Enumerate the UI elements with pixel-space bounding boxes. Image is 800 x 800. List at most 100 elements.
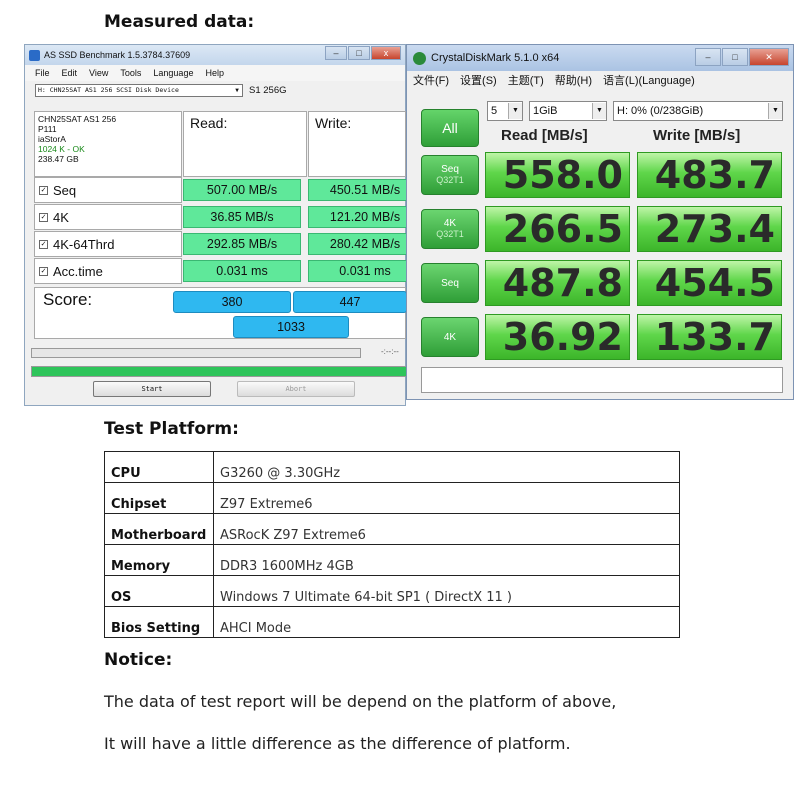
platform-value: ASRocK Z97 Extreme6 <box>213 513 680 545</box>
as-ssd-window: AS SSD Benchmark 1.5.3784.37609 – □ x Fi… <box>24 44 427 406</box>
platform-key: Bios Setting <box>104 606 214 638</box>
score-total: 1033 <box>233 316 349 338</box>
maximize-icon[interactable]: □ <box>348 46 370 60</box>
close-icon[interactable]: x <box>371 46 401 60</box>
table-row: Memory DDR3 1600MHz 4GB <box>104 544 680 576</box>
cdm-menu-language[interactable]: 语言(L)(Language) <box>603 72 695 88</box>
size-select[interactable]: 1GiB ▼ <box>529 101 607 121</box>
as-ssd-menubar: File Edit View Tools Language Help <box>25 65 405 81</box>
seq-label: Seq <box>53 182 77 198</box>
4k-write: 133.7 <box>637 314 782 360</box>
as-ssd-titlebar: AS SSD Benchmark 1.5.3784.37609 – □ x <box>25 45 405 65</box>
score-write: 447 <box>293 291 407 313</box>
cdm-menubar: 文件(F) 设置(S) 主题(T) 帮助(H) 语言(L)(Language) <box>407 71 793 89</box>
cdm-menu-settings[interactable]: 设置(S) <box>460 72 497 88</box>
size-value: 1GiB <box>533 105 558 117</box>
device-select-value: H: CHN25SAT AS1 256 SCSI Disk Device <box>38 86 179 94</box>
drive-chevron-down-icon: ▼ <box>768 103 782 119</box>
4k-button[interactable]: 4K <box>421 317 479 357</box>
drive-size: 238.47 GB <box>38 154 79 164</box>
seq-read: 487.8 <box>485 260 630 306</box>
acctime-label: Acc.time <box>53 263 103 279</box>
drive-firmware: P111 <box>38 124 57 134</box>
elapsed-time-readout: -:--:-- <box>381 347 399 356</box>
score-label: Score: <box>43 290 93 309</box>
chevron-down-icon: ▼ <box>235 86 239 94</box>
notice-line-1: The data of test report will be depend o… <box>104 692 617 711</box>
table-row: Chipset Z97 Extreme6 <box>104 482 680 514</box>
cdm-menu-help[interactable]: 帮助(H) <box>555 72 592 88</box>
acctime-checkbox[interactable]: ✓ <box>39 266 48 276</box>
4k-read-value: 36.85 MB/s <box>183 206 301 228</box>
menu-file[interactable]: File <box>35 68 50 78</box>
seq-checkbox[interactable]: ✓ <box>39 185 48 195</box>
platform-key: OS <box>104 575 214 607</box>
drive-select[interactable]: H: 0% (0/238GiB) ▼ <box>613 101 783 121</box>
score-panel: Score: 380 447 1033 <box>34 287 407 339</box>
acctime-write-value: 0.031 ms <box>308 260 422 282</box>
cdm-app-icon <box>413 51 426 65</box>
menu-view[interactable]: View <box>89 68 108 78</box>
menu-language[interactable]: Language <box>153 68 193 78</box>
seq-read-value: 507.00 MB/s <box>183 179 301 201</box>
test-row-seq: ✓ Seq <box>34 177 182 203</box>
4k64thrd-checkbox[interactable]: ✓ <box>39 239 48 249</box>
4k-checkbox[interactable]: ✓ <box>39 212 48 222</box>
seq-q32t1-write: 483.7 <box>637 152 782 198</box>
platform-value: Z97 Extreme6 <box>213 482 680 514</box>
all-button[interactable]: All <box>421 109 479 147</box>
count-select[interactable]: 5 ▼ <box>487 101 523 121</box>
4k-q32t1-label: 4K <box>443 218 457 229</box>
platform-key: Memory <box>104 544 214 576</box>
seq-q32t1-button[interactable]: Seq Q32T1 <box>421 155 479 195</box>
platform-value: AHCI Mode <box>213 606 680 638</box>
seq-q32t1-read: 558.0 <box>485 152 630 198</box>
abort-button[interactable]: Abort <box>237 381 355 397</box>
test-row-acctime: ✓ Acc.time <box>34 258 182 284</box>
4k-row-label: 4K <box>443 331 457 343</box>
start-button[interactable]: Start <box>93 381 211 397</box>
test-row-4k: ✓ 4K <box>34 204 182 230</box>
as-ssd-title: AS SSD Benchmark 1.5.3784.37609 <box>44 50 191 60</box>
read-column-header: Read: <box>183 111 307 177</box>
cdm-titlebar: CrystalDiskMark 5.1.0 x64 – □ ✕ <box>407 45 793 71</box>
menu-edit[interactable]: Edit <box>62 68 78 78</box>
seq-q32t1-label: Seq <box>441 164 459 175</box>
menu-help[interactable]: Help <box>205 68 224 78</box>
cdm-menu-theme[interactable]: 主题(T) <box>508 72 544 88</box>
4k-q32t1-read: 266.5 <box>485 206 630 252</box>
drive-info-panel: CHN25SAT AS1 256 P111 iaStorA 1024 K - O… <box>34 111 182 177</box>
seq-row-label: Seq <box>441 277 459 289</box>
platform-key: Motherboard <box>104 513 214 545</box>
table-row: Motherboard ASRocK Z97 Extreme6 <box>104 513 680 545</box>
cdm-close-icon[interactable]: ✕ <box>749 48 789 66</box>
table-row: OS Windows 7 Ultimate 64-bit SP1 ( Direc… <box>104 575 680 607</box>
platform-value: G3260 @ 3.30GHz <box>213 451 680 483</box>
4k64thrd-read-value: 292.85 MB/s <box>183 233 301 255</box>
count-value: 5 <box>491 105 498 117</box>
size-chevron-down-icon: ▼ <box>592 103 606 119</box>
minimize-icon[interactable]: – <box>325 46 347 60</box>
device-select[interactable]: H: CHN25SAT AS1 256 SCSI Disk Device ▼ <box>35 83 243 97</box>
seq-button[interactable]: Seq <box>421 263 479 303</box>
crystaldiskmark-window: CrystalDiskMark 5.1.0 x64 – □ ✕ 文件(F) 设置… <box>406 44 794 400</box>
notice-line-2: It will have a little difference as the … <box>104 734 571 753</box>
menu-tools[interactable]: Tools <box>120 68 141 78</box>
4k-read: 36.92 <box>485 314 630 360</box>
cdm-read-header: Read [MB/s] <box>501 127 588 144</box>
4k-q32t1-button[interactable]: 4K Q32T1 <box>421 209 479 249</box>
cdm-maximize-icon[interactable]: □ <box>722 48 748 66</box>
4k-write-value: 121.20 MB/s <box>308 206 422 228</box>
cdm-minimize-icon[interactable]: – <box>695 48 721 66</box>
cdm-menu-file[interactable]: 文件(F) <box>413 72 449 88</box>
notice-heading: Notice: <box>104 650 173 670</box>
as-ssd-app-icon <box>29 49 40 61</box>
drive-alignment: 1024 K - OK <box>38 144 85 154</box>
cdm-comment-field[interactable] <box>421 367 783 393</box>
score-read: 380 <box>173 291 291 313</box>
count-chevron-down-icon: ▼ <box>508 103 522 119</box>
cdm-title: CrystalDiskMark 5.1.0 x64 <box>431 52 560 64</box>
platform-key: Chipset <box>104 482 214 514</box>
platform-value: Windows 7 Ultimate 64-bit SP1 ( DirectX … <box>213 575 680 607</box>
measured-data-heading: Measured data: <box>104 12 255 32</box>
